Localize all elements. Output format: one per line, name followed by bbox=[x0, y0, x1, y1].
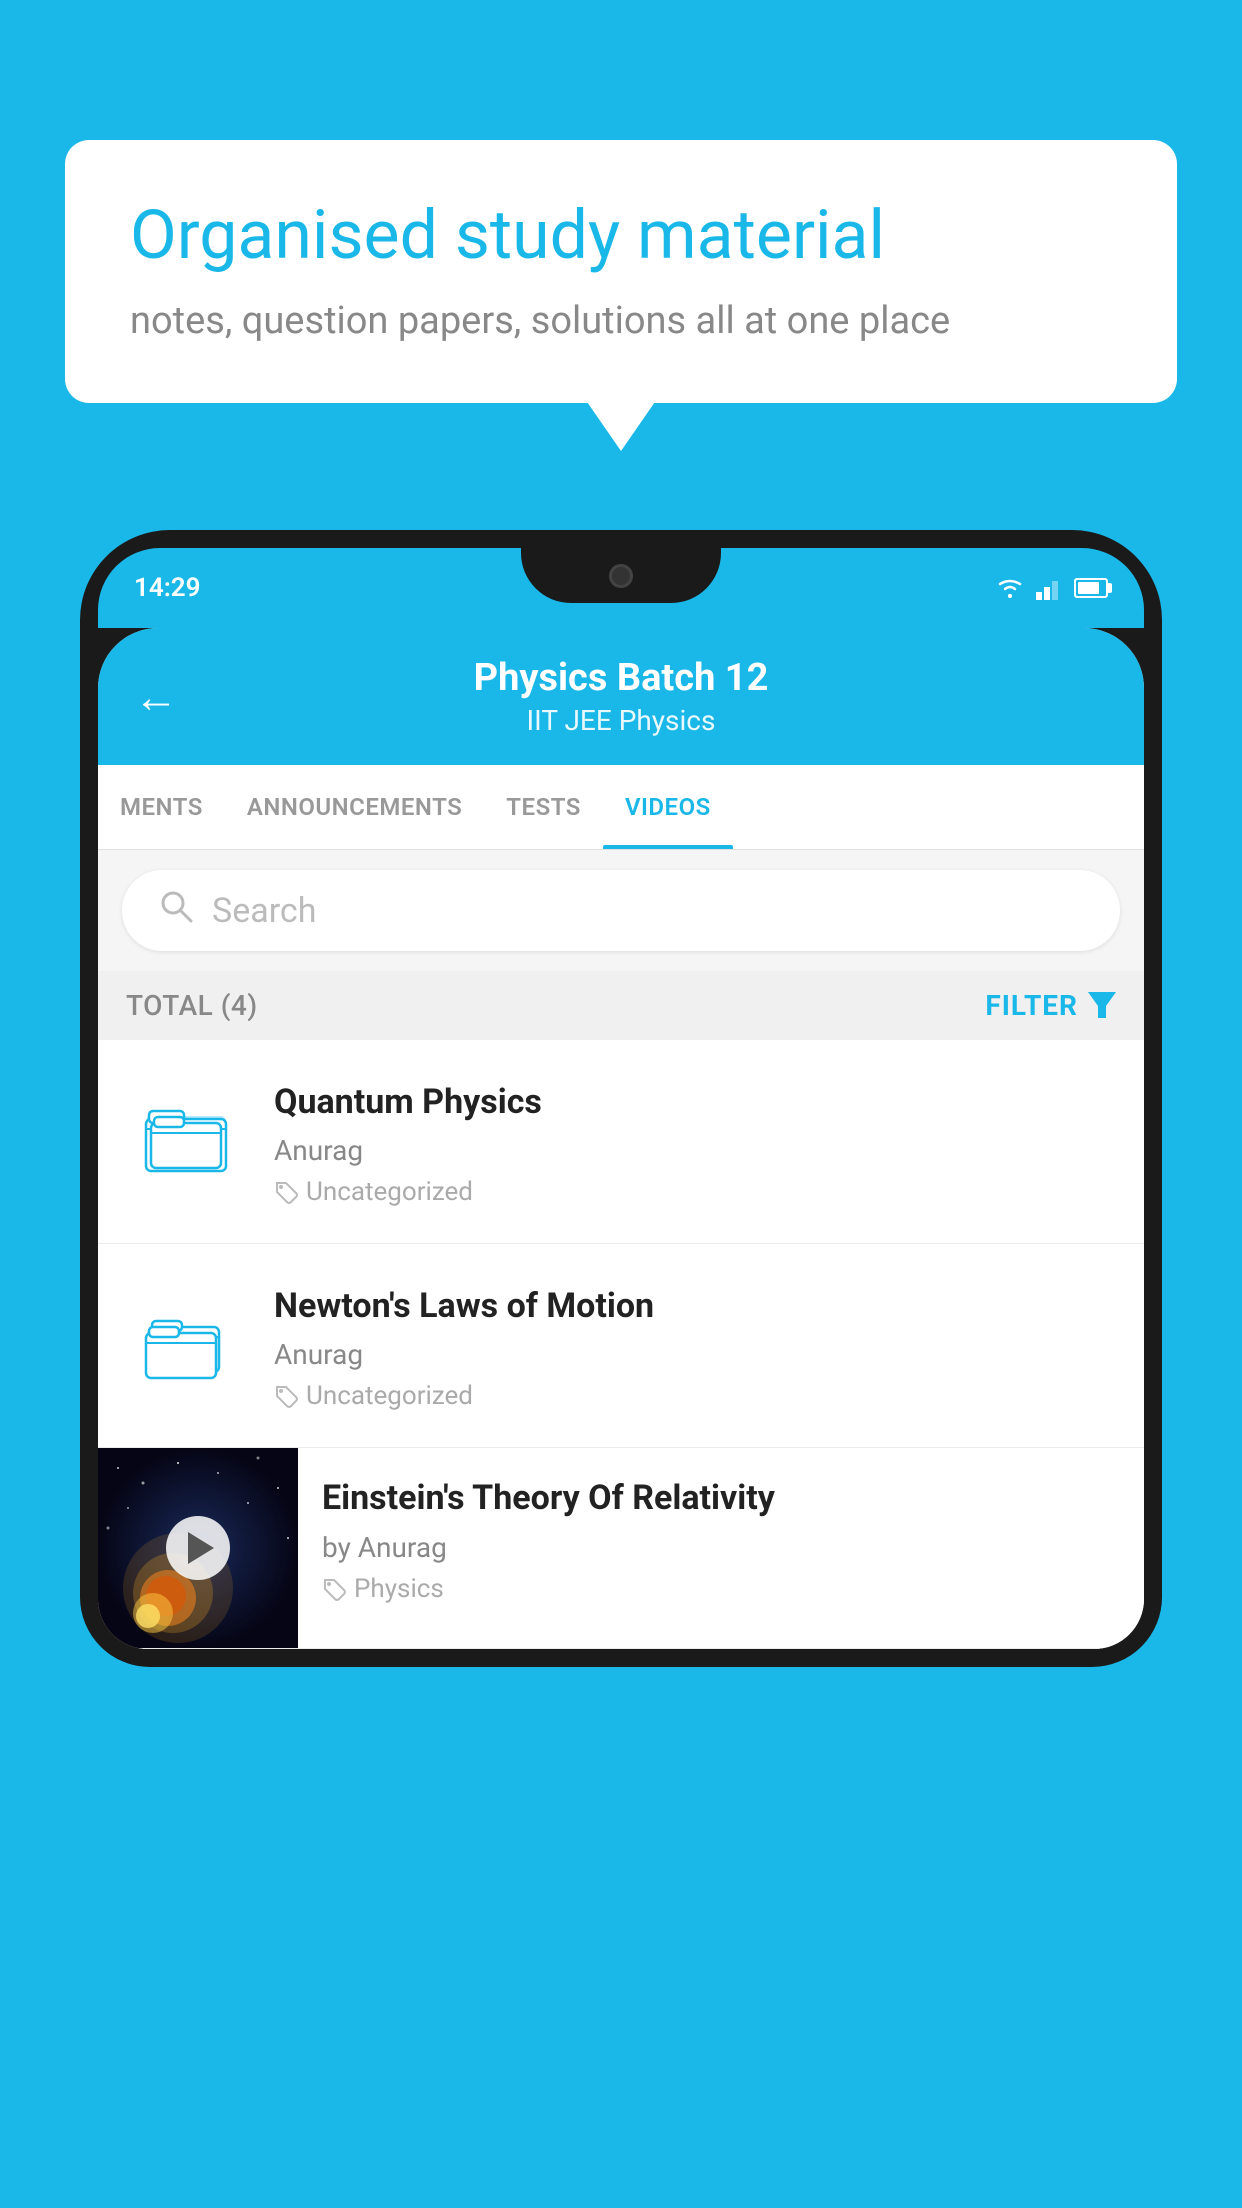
notch bbox=[521, 548, 721, 603]
search-icon bbox=[158, 888, 194, 933]
video-title: Quantum Physics bbox=[274, 1080, 1116, 1124]
tag-icon bbox=[274, 1384, 298, 1408]
list-item[interactable]: Einstein's Theory Of Relativity by Anura… bbox=[98, 1448, 1144, 1649]
tab-videos[interactable]: VIDEOS bbox=[603, 765, 733, 849]
phone-frame: 14:29 bbox=[80, 530, 1162, 2208]
folder-icon bbox=[141, 1091, 231, 1181]
video-tag: Physics bbox=[322, 1574, 1116, 1604]
video-details: Newton's Laws of Motion Anurag Uncategor… bbox=[274, 1280, 1116, 1411]
filter-button[interactable]: FILTER bbox=[985, 989, 1116, 1022]
tab-tests[interactable]: TESTS bbox=[484, 765, 603, 849]
filter-bar: TOTAL (4) FILTER bbox=[98, 971, 1144, 1040]
video-author: Anurag bbox=[274, 1338, 1116, 1371]
tab-ments[interactable]: MENTS bbox=[98, 765, 225, 849]
wifi-icon bbox=[994, 576, 1026, 600]
video-title: Newton's Laws of Motion bbox=[274, 1284, 1116, 1328]
tag-icon bbox=[322, 1577, 346, 1601]
battery-icon bbox=[1074, 578, 1108, 598]
video-tag: Uncategorized bbox=[274, 1177, 1116, 1207]
status-icons bbox=[994, 576, 1108, 600]
tag-label: Uncategorized bbox=[306, 1381, 473, 1411]
back-button[interactable]: ← bbox=[134, 675, 178, 719]
front-camera bbox=[609, 564, 633, 588]
tabs-bar: MENTS ANNOUNCEMENTS TESTS VIDEOS bbox=[98, 765, 1144, 850]
tag-label: Physics bbox=[354, 1574, 444, 1604]
video-details: Quantum Physics Anurag Uncategorized bbox=[274, 1076, 1116, 1207]
play-icon bbox=[188, 1532, 214, 1564]
filter-icon bbox=[1088, 992, 1116, 1020]
tab-announcements[interactable]: ANNOUNCEMENTS bbox=[225, 765, 484, 849]
video-author: Anurag bbox=[274, 1134, 1116, 1167]
video-thumbnail bbox=[126, 1280, 246, 1400]
speech-bubble-section: Organised study material notes, question… bbox=[65, 140, 1177, 403]
video-author: by Anurag bbox=[322, 1531, 1116, 1564]
video-thumbnail-image bbox=[98, 1448, 298, 1648]
list-item[interactable]: Quantum Physics Anurag Uncategorized bbox=[98, 1040, 1144, 1244]
header-title-group: Physics Batch 12 IIT JEE Physics bbox=[474, 656, 769, 737]
play-button[interactable] bbox=[166, 1516, 230, 1580]
total-count: TOTAL (4) bbox=[126, 989, 258, 1022]
search-container: Search bbox=[98, 850, 1144, 971]
speech-bubble-subtitle: notes, question papers, solutions all at… bbox=[130, 299, 1112, 343]
status-bar: 14:29 bbox=[98, 548, 1144, 628]
speech-bubble: Organised study material notes, question… bbox=[65, 140, 1177, 403]
signal-icon bbox=[1036, 576, 1064, 600]
search-input[interactable]: Search bbox=[212, 891, 316, 931]
status-time: 14:29 bbox=[134, 573, 201, 603]
video-details: Einstein's Theory Of Relativity by Anura… bbox=[298, 1448, 1144, 1631]
video-tag: Uncategorized bbox=[274, 1381, 1116, 1411]
video-thumbnail bbox=[126, 1076, 246, 1196]
video-title: Einstein's Theory Of Relativity bbox=[322, 1476, 1116, 1520]
batch-subtitle: IIT JEE Physics bbox=[474, 704, 769, 737]
folder-icon bbox=[141, 1295, 231, 1385]
tag-label: Uncategorized bbox=[306, 1177, 473, 1207]
app-header: ← Physics Batch 12 IIT JEE Physics bbox=[98, 628, 1144, 765]
list-item[interactable]: Newton's Laws of Motion Anurag Uncategor… bbox=[98, 1244, 1144, 1448]
video-list: Quantum Physics Anurag Uncategorized bbox=[98, 1040, 1144, 1649]
filter-label: FILTER bbox=[985, 989, 1078, 1022]
speech-bubble-title: Organised study material bbox=[130, 195, 1112, 277]
phone-screen: ← Physics Batch 12 IIT JEE Physics MENTS… bbox=[98, 628, 1144, 1649]
search-box[interactable]: Search bbox=[122, 870, 1120, 951]
tag-icon bbox=[274, 1180, 298, 1204]
batch-title: Physics Batch 12 bbox=[474, 656, 769, 700]
